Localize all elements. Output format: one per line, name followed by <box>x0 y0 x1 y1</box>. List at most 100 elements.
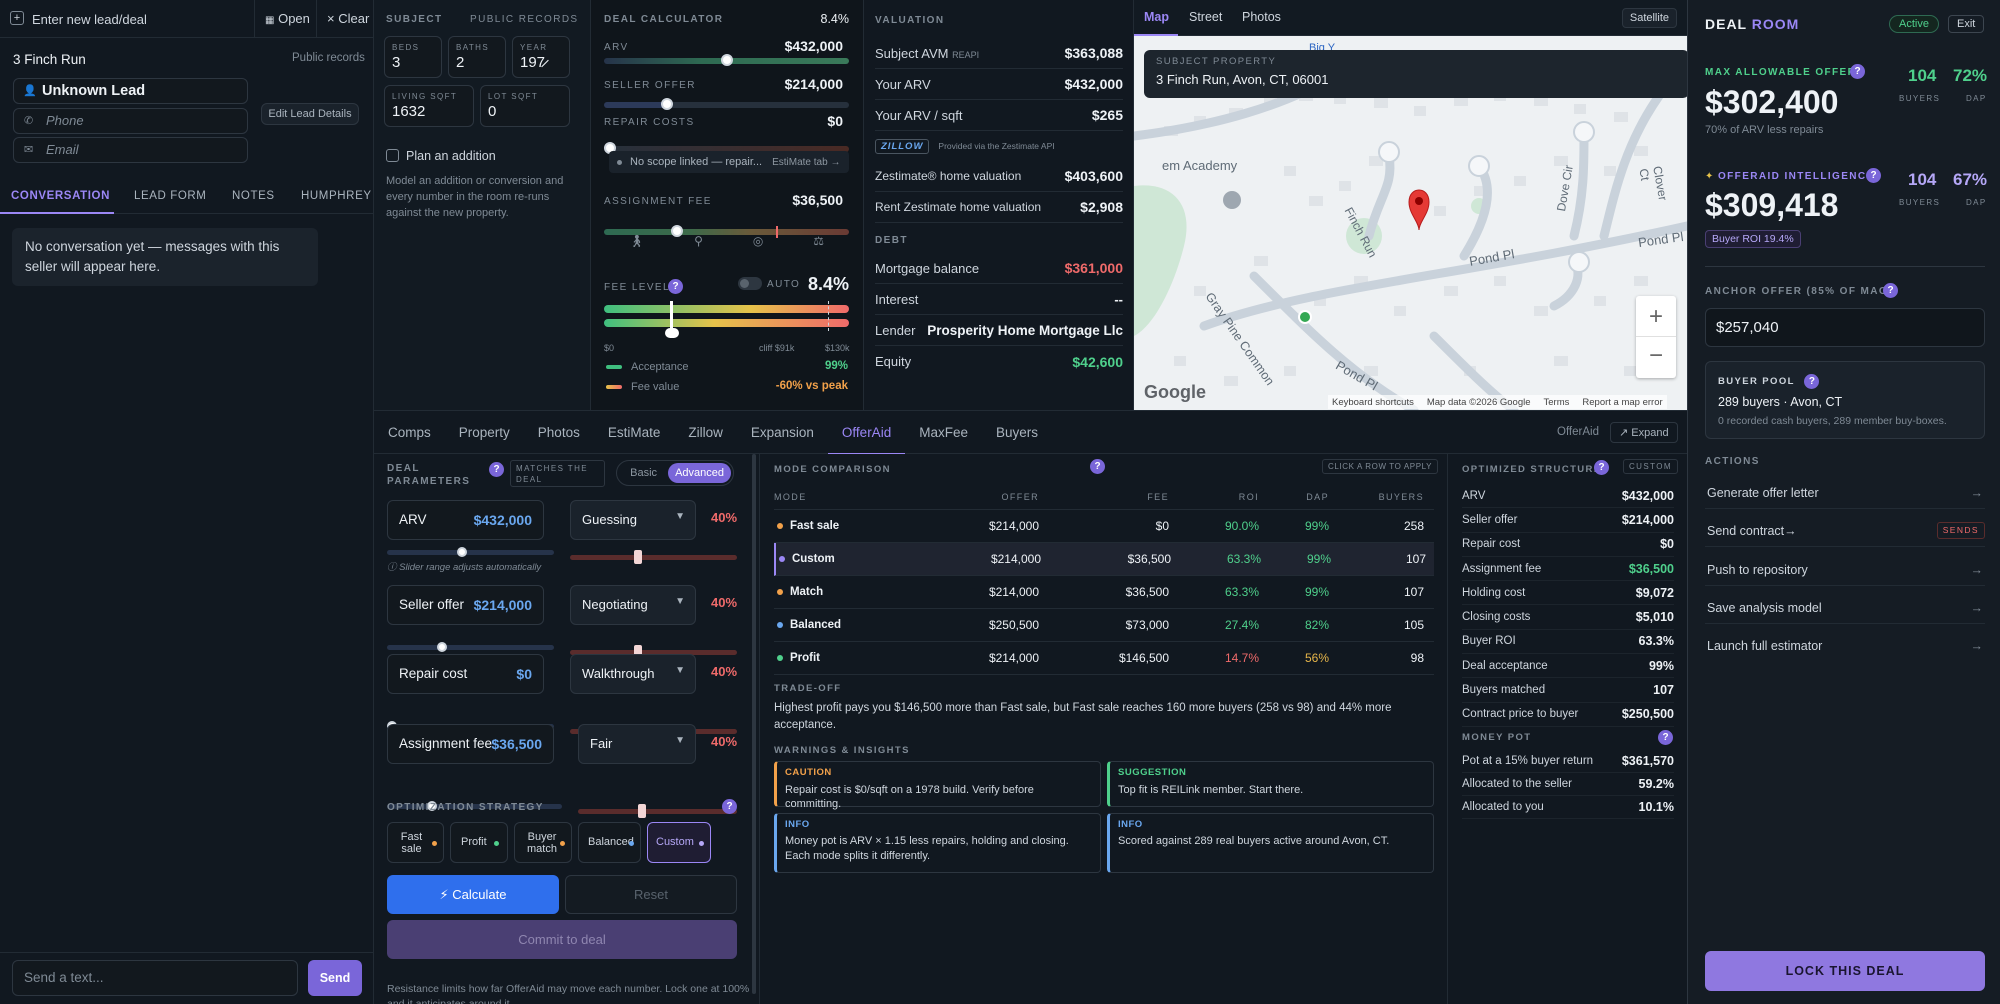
arv-param-knob[interactable] <box>457 547 467 557</box>
terms-link[interactable]: Terms <box>1544 397 1570 408</box>
year-field[interactable]: YEAR 197̷ <box>512 36 570 78</box>
strategy-balanced[interactable]: Balanced <box>578 822 641 863</box>
action-send-contract[interactable]: Send contract→ SENDS <box>1705 516 1985 547</box>
repair-param-field[interactable]: Repair cost $0 <box>387 654 544 694</box>
plus-icon[interactable]: + <box>10 11 24 25</box>
basic-toggle[interactable]: Basic <box>619 467 668 479</box>
arv-slider[interactable] <box>604 54 849 66</box>
lock-icon[interactable]: ⚲ <box>694 234 703 248</box>
seller-param-field[interactable]: Seller offer $214,000 <box>387 585 544 625</box>
exit-button[interactable]: Exit <box>1948 15 1985 33</box>
action-launch-estimator[interactable]: Launch full estimator → <box>1705 631 1985 662</box>
estimate-tab-link[interactable]: EstiMate tab → <box>772 157 840 168</box>
map-tab-map[interactable]: Map <box>1144 10 1169 24</box>
repair-strategy-select[interactable]: Walkthrough ▼ <box>570 654 696 694</box>
seller-slider-knob[interactable] <box>661 98 673 110</box>
fee-level-gauge[interactable] <box>604 301 849 338</box>
arv-param-field[interactable]: ARV $432,000 <box>387 500 544 540</box>
tab-photos[interactable]: Photos <box>524 411 594 455</box>
tab-property[interactable]: Property <box>445 411 524 455</box>
oi-help-icon[interactable]: ? <box>1866 168 1881 183</box>
tab-comps[interactable]: Comps <box>374 411 445 455</box>
seller-param-knob[interactable] <box>437 642 447 652</box>
params-scrollbar[interactable] <box>752 454 756 994</box>
arv-resistance-knob[interactable] <box>634 550 642 564</box>
table-row[interactable]: Fast sale $214,000 $0 90.0% 99% 258 <box>774 510 1434 543</box>
tab-zillow[interactable]: Zillow <box>674 411 737 455</box>
modes-help-icon[interactable]: ? <box>1090 459 1105 474</box>
tab-notes[interactable]: NOTES <box>232 190 275 202</box>
map-tab-photos[interactable]: Photos <box>1242 10 1281 24</box>
map-tab-street[interactable]: Street <box>1189 10 1222 24</box>
satellite-button[interactable]: Satellite <box>1621 8 1677 28</box>
strategy-fast-sale[interactable]: Fast sale <box>387 822 444 863</box>
arv-strategy-select[interactable]: Guessing ▼ <box>570 500 696 540</box>
beds-field[interactable]: BEDS 3 <box>384 36 442 78</box>
mao-help-icon[interactable]: ? <box>1850 64 1865 79</box>
table-row[interactable]: Match $214,000 $36,500 63.3% 99% 107 <box>774 576 1434 609</box>
keyboard-shortcuts-link[interactable]: Keyboard shortcuts <box>1332 397 1414 408</box>
strategy-help-icon[interactable]: ? <box>722 799 737 814</box>
seller-param-slider[interactable] <box>387 642 554 652</box>
fee-resistance-slider[interactable] <box>578 804 737 818</box>
table-row[interactable]: Balanced $250,500 $73,000 27.4% 82% 105 <box>774 609 1434 642</box>
target-icon[interactable]: ◎ <box>753 234 763 248</box>
auto-toggle[interactable] <box>738 277 762 290</box>
tab-buyers[interactable]: Buyers <box>982 411 1052 455</box>
zoom-out-button[interactable]: − <box>1636 337 1676 378</box>
strategy-custom[interactable]: Custom <box>647 822 711 863</box>
tab-expansion[interactable]: Expansion <box>737 411 828 455</box>
email-field[interactable]: ✉ Email <box>13 137 248 163</box>
tab-conversation[interactable]: CONVERSATION <box>11 190 110 202</box>
table-row[interactable]: Custom $214,000 $36,500 63.3% 99% 107 <box>774 543 1434 576</box>
baths-field[interactable]: BATHS 2 <box>448 36 506 78</box>
expand-button[interactable]: ↗ Expand <box>1610 422 1678 443</box>
params-help-icon[interactable]: ? <box>489 462 504 477</box>
fee-resistance-knob[interactable] <box>638 804 646 818</box>
anchor-help-icon[interactable]: ? <box>1883 283 1898 298</box>
arv-param-slider[interactable] <box>387 547 554 557</box>
tab-offeraid[interactable]: OfferAid <box>827 411 906 455</box>
arv-slider-knob[interactable] <box>721 54 733 66</box>
tab-lead-form[interactable]: LEAD FORM <box>134 190 207 202</box>
advanced-toggle[interactable]: Advanced <box>668 463 731 483</box>
open-button[interactable]: ▦ Open <box>254 0 316 38</box>
tab-humphrey[interactable]: HUMPHREY <box>301 190 372 202</box>
tab-estimate[interactable]: EstiMate <box>594 411 675 455</box>
table-row[interactable]: Profit $214,000 $146,500 14.7% 56% 98 <box>774 642 1434 675</box>
seller-strategy-select[interactable]: Negotiating ▼ <box>570 585 696 625</box>
send-button[interactable]: Send <box>308 960 362 996</box>
commit-button[interactable]: Commit to deal <box>387 920 737 959</box>
public-records-link[interactable]: Public records <box>292 52 365 64</box>
phone-field[interactable]: ✆ Phone <box>13 108 248 134</box>
buyer-pool-help-icon[interactable]: ? <box>1804 374 1820 389</box>
fee-param-field[interactable]: Assignment fee $36,500 <box>387 724 554 764</box>
sms-input[interactable]: Send a text... <box>12 960 298 996</box>
action-save-analysis[interactable]: Save analysis model → <box>1705 593 1985 624</box>
walk-icon[interactable]: 🚶︎ <box>629 234 644 248</box>
fee-strategy-select[interactable]: Fair ▼ <box>578 724 696 764</box>
plan-addition-checkbox[interactable] <box>386 149 399 162</box>
action-push-repository[interactable]: Push to repository → <box>1705 555 1985 586</box>
optimized-help-icon[interactable]: ? <box>1594 460 1609 475</box>
anchor-offer-field[interactable]: $257,040 <box>1705 308 1985 347</box>
money-pot-help-icon[interactable]: ? <box>1658 730 1673 745</box>
strategy-profit[interactable]: Profit <box>450 822 508 863</box>
seller-offer-slider[interactable] <box>604 98 849 110</box>
edit-lead-button[interactable]: Edit Lead Details <box>261 103 359 125</box>
lead-name-field[interactable]: 👤 Unknown Lead <box>13 78 248 104</box>
reset-button[interactable]: Reset <box>565 875 737 914</box>
calculate-button[interactable]: ⚡ Calculate <box>387 875 559 914</box>
strategy-buyer-match[interactable]: Buyer match <box>514 822 572 863</box>
living-sqft-field[interactable]: LIVING SQFT 1632 <box>384 85 474 127</box>
clear-button[interactable]: × Clear <box>316 0 374 38</box>
lot-sqft-field[interactable]: LOT SQFT 0 <box>480 85 570 127</box>
zoom-in-button[interactable]: + <box>1636 296 1676 337</box>
action-generate-offer[interactable]: Generate offer letter → <box>1705 478 1985 509</box>
tab-maxfee[interactable]: MaxFee <box>905 411 982 455</box>
fee-level-help-icon[interactable]: ? <box>668 279 683 294</box>
lock-deal-button[interactable]: LOCK THIS DEAL <box>1705 951 1985 991</box>
arv-resistance-slider[interactable] <box>570 550 737 564</box>
gauge-knob[interactable] <box>665 328 679 338</box>
report-error-link[interactable]: Report a map error <box>1582 397 1662 408</box>
